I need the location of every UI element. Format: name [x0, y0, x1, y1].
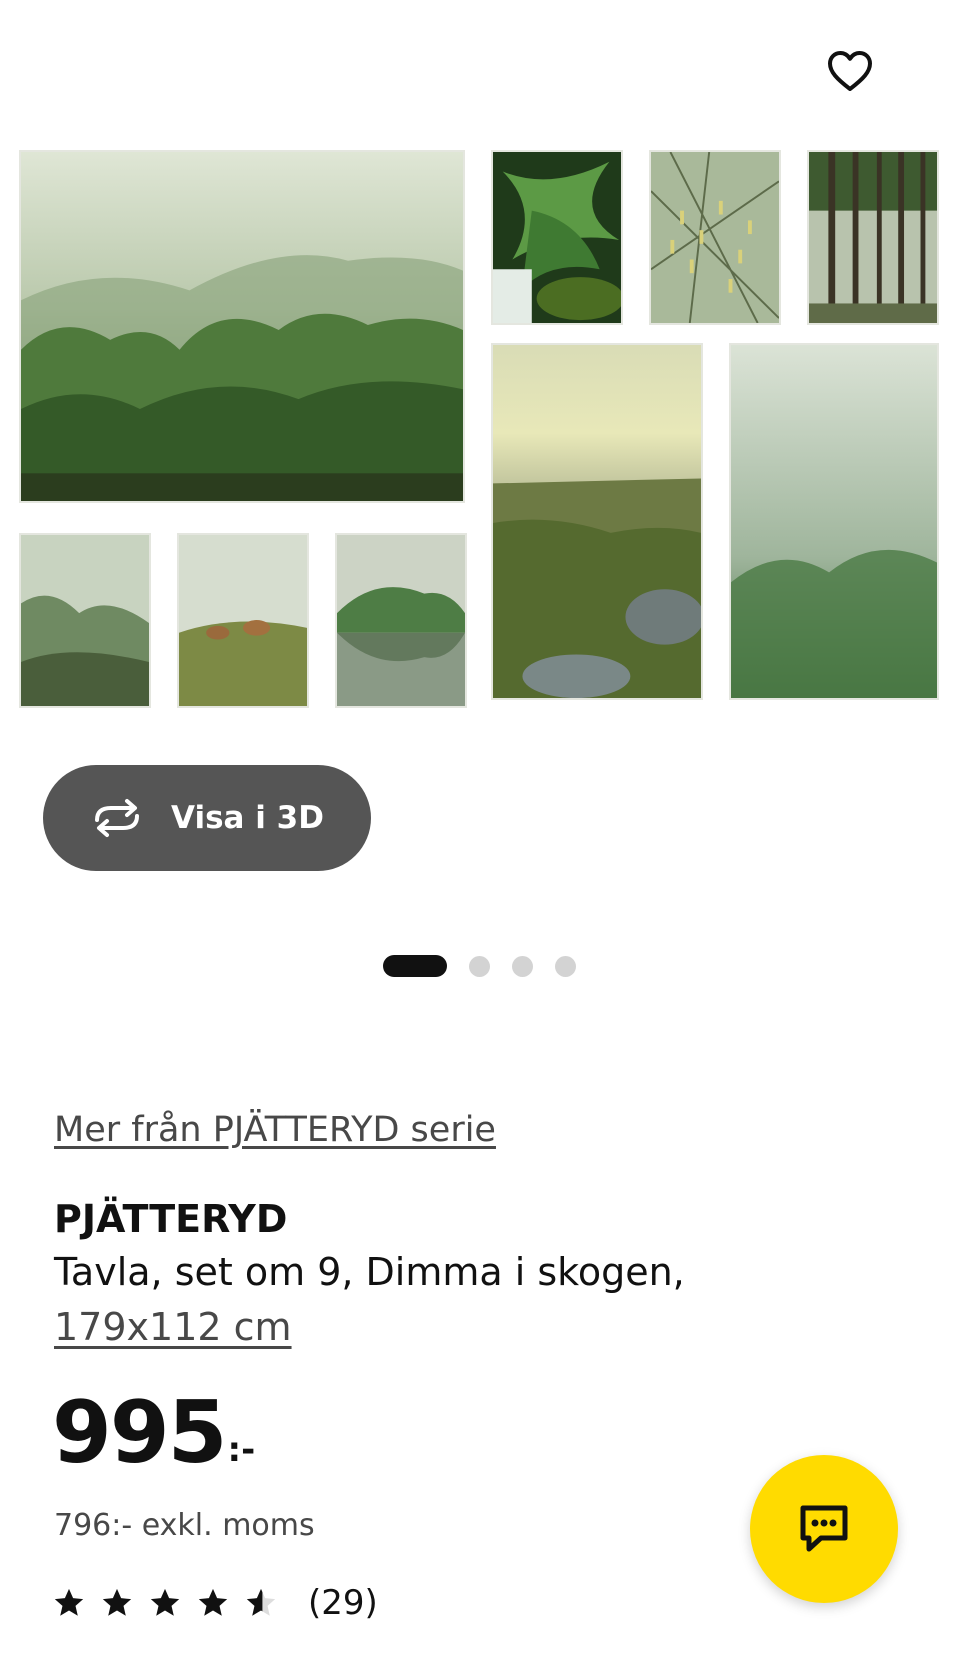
- gallery-image-catkins: [649, 150, 781, 325]
- gallery-image-deer: [177, 533, 309, 708]
- star-full-icon: [198, 1588, 228, 1616]
- product-price: 995 :-: [52, 1390, 255, 1476]
- carousel-dot-active[interactable]: [383, 955, 447, 977]
- rating[interactable]: (29): [52, 1583, 378, 1623]
- product-name: PJÄTTERYD: [54, 1197, 288, 1241]
- chat-bubble-icon: [800, 1505, 848, 1552]
- chat-button[interactable]: [750, 1455, 898, 1603]
- series-link[interactable]: Mer från PJÄTTERYD serie: [54, 1110, 496, 1150]
- carousel-indicator: [383, 955, 576, 977]
- carousel-dot[interactable]: [555, 955, 576, 977]
- price-excl-vat: 796:- exkl. moms: [54, 1508, 315, 1543]
- price-amount: 995: [52, 1383, 228, 1483]
- rotate-arrows-icon: [95, 799, 139, 837]
- carousel-dot[interactable]: [512, 955, 533, 977]
- product-description: Tavla, set om 9, Dimma i skogen,: [54, 1250, 685, 1294]
- rating-count: (29): [308, 1583, 378, 1623]
- gallery-image-meadow-rocks: [491, 343, 703, 700]
- favorite-button[interactable]: [817, 38, 883, 104]
- view-in-3d-label: Visa i 3D: [171, 800, 324, 836]
- star-full-icon: [54, 1588, 84, 1616]
- gallery-image-bare-trees: [19, 533, 151, 708]
- gallery-image-misty-forest: [19, 150, 465, 503]
- star-full-icon: [102, 1588, 132, 1616]
- price-suffix: :-: [227, 1430, 256, 1470]
- gallery-image-fern: [491, 150, 623, 325]
- carousel-dot[interactable]: [469, 955, 490, 977]
- gallery-image-lake: [335, 533, 467, 708]
- product-image-gallery[interactable]: [0, 150, 960, 750]
- heart-outline-icon: [828, 51, 872, 91]
- view-in-3d-button[interactable]: Visa i 3D: [43, 765, 371, 871]
- star-full-icon: [150, 1588, 180, 1616]
- gallery-image-foggy-spruce: [729, 343, 939, 700]
- star-half-icon: [246, 1588, 276, 1616]
- gallery-image-pine-forest: [807, 150, 939, 325]
- product-size-link[interactable]: 179x112 cm: [54, 1305, 292, 1349]
